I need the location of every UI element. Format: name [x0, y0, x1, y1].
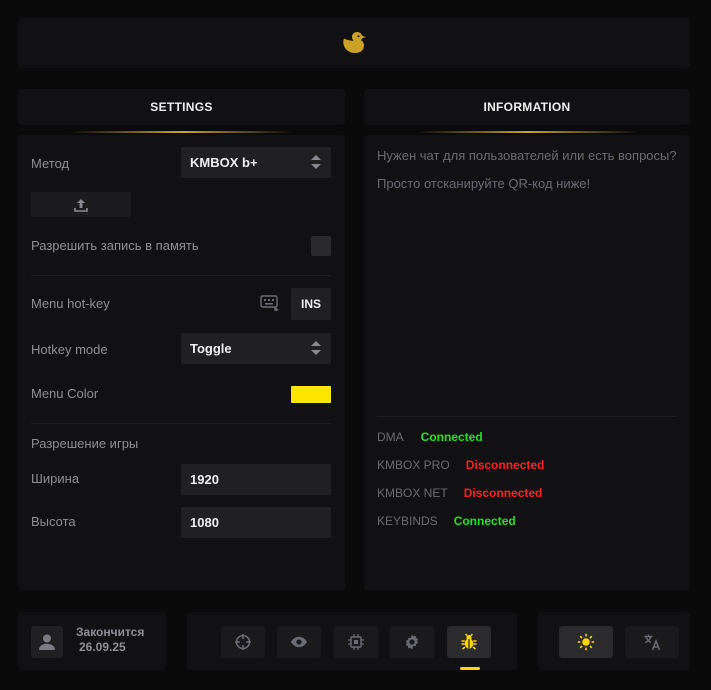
settings-title: SETTINGS [150, 100, 213, 114]
status-name: KMBOX PRO [377, 458, 450, 472]
language-button[interactable] [625, 626, 679, 658]
divider [377, 416, 677, 417]
duck-icon [343, 32, 366, 53]
divider [31, 275, 331, 276]
method-select[interactable]: KMBOX b+ [181, 147, 331, 178]
height-value: 1080 [190, 515, 219, 530]
write-memory-label: Разрешить запись в память [31, 238, 199, 253]
divider [31, 423, 331, 424]
status-name: KEYBINDS [377, 514, 438, 528]
theme-toggle-button[interactable] [559, 626, 613, 658]
active-tab-indicator [460, 667, 480, 670]
menu-hotkey-button[interactable]: INS [291, 288, 331, 320]
status-row-kmbox-net: KMBOX NET Disconnected [377, 486, 542, 500]
width-value: 1920 [190, 472, 219, 487]
status-row-kmbox-pro: KMBOX PRO Disconnected [377, 458, 544, 472]
hotkey-mode-select[interactable]: Toggle [181, 333, 331, 364]
status-value: Disconnected [465, 458, 545, 472]
nav-hardware-button[interactable] [334, 626, 378, 658]
height-label: Высота [31, 514, 76, 529]
settings-tab-header: SETTINGS [18, 89, 345, 125]
avatar[interactable] [31, 626, 63, 658]
expires-label: Закончится [76, 625, 145, 639]
status-row-keybinds: KEYBINDS Connected [377, 514, 516, 528]
hotkey-mode-label: Hotkey mode [31, 342, 108, 357]
information-accent-line [417, 131, 639, 133]
method-select-value: KMBOX b+ [190, 155, 258, 170]
status-name: KMBOX NET [377, 486, 448, 500]
navigation-bar [187, 612, 517, 670]
menu-color-swatch[interactable] [291, 386, 331, 403]
upload-button[interactable] [31, 192, 131, 217]
hotkey-mode-value: Toggle [190, 341, 232, 356]
user-panel: Закончится 26.09.25 [18, 612, 166, 670]
utility-panel [538, 612, 690, 670]
write-memory-checkbox[interactable] [311, 236, 331, 256]
menu-color-label: Menu Color [31, 386, 99, 401]
nav-aim-button[interactable] [221, 626, 265, 658]
updown-arrows-icon [311, 155, 321, 171]
status-value: Connected [453, 514, 516, 528]
status-value: Connected [420, 430, 483, 444]
status-name: DMA [377, 430, 404, 444]
gear-icon [405, 634, 419, 650]
user-icon [39, 634, 55, 650]
bug-icon [461, 633, 477, 650]
menu-hotkey-label: Menu hot-key [31, 296, 110, 311]
crosshair-icon [235, 634, 251, 650]
eye-icon [291, 636, 307, 648]
updown-arrows-icon [311, 341, 321, 357]
height-input[interactable]: 1080 [181, 507, 331, 538]
width-input[interactable]: 1920 [181, 464, 331, 495]
nav-visuals-button[interactable] [277, 626, 321, 658]
settings-panel: Метод KMBOX b+ Разрешить запись в память… [18, 135, 345, 590]
nav-debug-button[interactable] [447, 626, 491, 658]
width-label: Ширина [31, 471, 80, 486]
chip-icon [348, 634, 364, 650]
upload-icon [74, 198, 88, 212]
keyboard-icon [260, 295, 279, 311]
sun-icon [577, 633, 595, 651]
resolution-label: Разрешение игры [31, 436, 139, 451]
information-title: INFORMATION [483, 100, 571, 114]
translate-icon [644, 634, 661, 651]
information-panel: Нужен чат для пользователей или есть воп… [364, 135, 690, 590]
info-line-1: Нужен чат для пользователей или есть воп… [377, 148, 677, 163]
top-bar [18, 18, 690, 68]
method-label: Метод [31, 156, 70, 171]
expires-date: 26.09.25 [79, 640, 126, 654]
status-value: Disconnected [463, 486, 543, 500]
info-line-2: Просто отсканируйте QR-код ниже! [377, 176, 591, 191]
information-tab-header: INFORMATION [364, 89, 690, 125]
nav-settings-button[interactable] [390, 626, 434, 658]
status-row-dma: DMA Connected [377, 430, 483, 444]
settings-accent-line [71, 131, 293, 133]
